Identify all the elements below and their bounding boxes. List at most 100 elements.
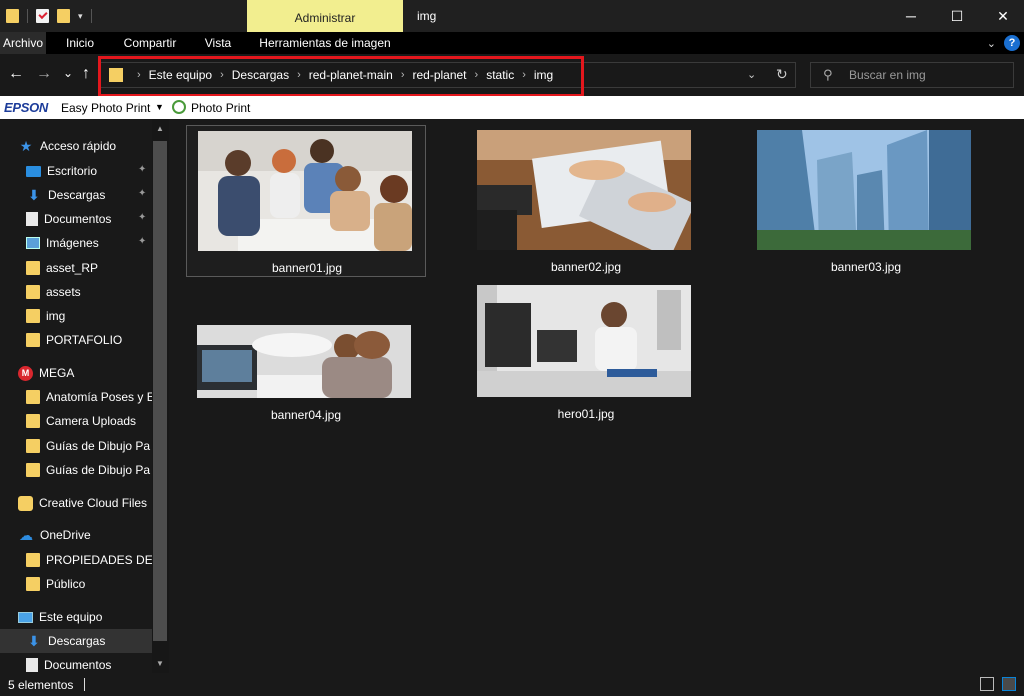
back-button[interactable]: ← xyxy=(8,65,24,83)
sidebar-item-acceso-rapido[interactable]: ★ Acceso rápido xyxy=(18,134,169,158)
sidebar-item-documentos[interactable]: Documentos ✦ xyxy=(0,207,152,231)
customize-toolbar-icon[interactable]: ▾ xyxy=(78,11,83,22)
chevron-icon[interactable]: › xyxy=(220,69,224,81)
crumb-red-planet[interactable]: red-planet xyxy=(412,68,466,82)
sidebar-item-onedrive[interactable]: ☁ OneDrive xyxy=(0,523,152,547)
chevron-icon[interactable]: › xyxy=(475,69,479,81)
tab-herramientas-de-imagen[interactable]: Herramientas de imagen xyxy=(250,32,400,54)
crumb-descargas[interactable]: Descargas xyxy=(232,68,289,82)
maximize-button[interactable]: ☐ xyxy=(934,0,980,32)
sidebar-item-assets[interactable]: assets xyxy=(0,280,152,304)
file-item[interactable]: banner01.jpg xyxy=(186,125,426,277)
expand-ribbon-icon[interactable]: ⌄ xyxy=(987,37,996,50)
desktop-icon xyxy=(26,165,41,177)
details-view-icon[interactable] xyxy=(980,677,994,691)
sidebar-item-asset-rp[interactable]: asset_RP xyxy=(0,256,152,280)
chevron-icon[interactable]: › xyxy=(297,69,301,81)
mega-icon: M xyxy=(18,365,33,381)
file-item[interactable]: banner02.jpg xyxy=(466,125,706,277)
sidebar-item-anatomia[interactable]: Anatomía Poses y E xyxy=(0,385,152,409)
folder-icon xyxy=(26,463,40,477)
sidebar-item-camera-uploads[interactable]: Camera Uploads xyxy=(0,409,152,433)
sidebar-item-label: Documentos xyxy=(44,658,112,672)
folder-icon xyxy=(26,309,40,323)
file-name: banner02.jpg xyxy=(550,260,622,274)
status-bar: 5 elementos xyxy=(0,673,1024,696)
close-button[interactable]: ✕ xyxy=(980,0,1024,32)
sidebar-item-creative-cloud[interactable]: Creative Cloud Files xyxy=(0,491,152,515)
sidebar-item-label: Acceso rápido xyxy=(40,139,117,153)
crumb-red-planet-main[interactable]: red-planet-main xyxy=(309,68,393,82)
chevron-down-icon[interactable]: ⌄ xyxy=(747,68,756,81)
new-folder-icon[interactable] xyxy=(57,9,70,23)
sidebar-item-label: PORTAFOLIO xyxy=(46,333,123,347)
pin-icon[interactable]: ✦ xyxy=(138,212,146,223)
divider xyxy=(27,9,28,23)
title-bar: ▾ Administrar img ─ ☐ ✕ xyxy=(0,0,1024,32)
up-button[interactable]: ↑ xyxy=(82,65,90,83)
sidebar-item-img[interactable]: img xyxy=(0,304,152,328)
easy-photo-print-button[interactable]: Easy Photo Print xyxy=(61,101,150,115)
sidebar-item-escritorio[interactable]: Escritorio ✦ xyxy=(0,159,152,183)
chevron-icon[interactable]: › xyxy=(401,69,405,81)
sidebar-item-descargas-pc[interactable]: ⬇ Descargas xyxy=(0,629,152,653)
sidebar-item-mega[interactable]: M MEGA xyxy=(0,361,152,385)
sidebar-item-descargas[interactable]: ⬇ Descargas ✦ xyxy=(0,183,152,207)
folder-icon xyxy=(26,414,40,428)
sidebar-item-portafolio[interactable]: PORTAFOLIO xyxy=(0,328,152,352)
crumb-static[interactable]: static xyxy=(486,68,514,82)
sidebar-item-imagenes[interactable]: Imágenes ✦ xyxy=(0,231,152,255)
recent-locations-button[interactable]: ⌄ xyxy=(63,64,73,82)
refresh-icon[interactable]: ↻ xyxy=(776,66,788,83)
scrollbar-thumb[interactable] xyxy=(153,141,167,641)
sidebar-item-guias-1[interactable]: Guías de Dibujo Pa xyxy=(0,434,152,458)
properties-icon[interactable] xyxy=(36,9,49,23)
address-bar[interactable]: › Este equipo › Descargas › red-planet-m… xyxy=(100,62,796,88)
large-icons-view-icon[interactable] xyxy=(1002,677,1016,691)
minimize-button[interactable]: ─ xyxy=(888,0,934,32)
sidebar-item-guias-2[interactable]: Guías de Dibujo Pa xyxy=(0,458,152,482)
sidebar-item-label: Público xyxy=(46,577,86,591)
crumb-este-equipo[interactable]: Este equipo xyxy=(149,68,212,82)
context-tab-manage[interactable]: Administrar xyxy=(247,0,403,32)
scroll-up-icon[interactable]: ▲ xyxy=(153,124,167,133)
sidebar-item-publico[interactable]: Público xyxy=(0,572,152,596)
tab-inicio[interactable]: Inicio xyxy=(56,32,104,54)
chevron-icon[interactable]: › xyxy=(522,69,526,81)
download-icon: ⬇ xyxy=(28,632,40,649)
crumb-img[interactable]: img xyxy=(534,68,553,82)
scroll-down-icon[interactable]: ▼ xyxy=(153,659,167,668)
pin-icon[interactable]: ✦ xyxy=(138,164,146,175)
chevron-icon[interactable]: › xyxy=(137,69,141,81)
sidebar-item-label: PROPIEDADES DE L xyxy=(46,553,152,567)
tab-compartir[interactable]: Compartir xyxy=(114,32,186,54)
navigation-bar: ← → ⌄ ↑ › Este equipo › Descargas › red-… xyxy=(0,54,1024,96)
pin-icon[interactable]: ✦ xyxy=(138,188,146,199)
sidebar-item-este-equipo[interactable]: Este equipo xyxy=(0,605,152,629)
pin-icon[interactable]: ✦ xyxy=(138,236,146,247)
quick-access-toolbar: ▾ xyxy=(6,7,92,25)
photo-print-button[interactable]: Photo Print xyxy=(191,101,250,115)
tab-archivo[interactable]: Archivo xyxy=(0,32,46,54)
help-icon[interactable]: ? xyxy=(1004,35,1020,51)
forward-button[interactable]: → xyxy=(36,65,52,83)
image-thumbnail xyxy=(198,131,412,251)
document-icon xyxy=(26,212,38,226)
sidebar-item-label: img xyxy=(46,309,66,323)
tab-vista[interactable]: Vista xyxy=(196,32,240,54)
sidebar-item-label: Descargas xyxy=(48,634,106,648)
sidebar-item-label: OneDrive xyxy=(40,528,91,542)
file-item[interactable]: hero01.jpg xyxy=(466,279,706,427)
chevron-down-icon[interactable]: ▼ xyxy=(155,102,164,112)
file-item[interactable]: banner04.jpg xyxy=(186,317,426,427)
sidebar-item-propiedades[interactable]: PROPIEDADES DE L xyxy=(0,548,152,572)
sidebar-item-label: MEGA xyxy=(39,366,75,380)
file-item[interactable]: banner03.jpg xyxy=(746,125,986,277)
search-input[interactable] xyxy=(849,67,1009,83)
creative-cloud-icon xyxy=(18,495,33,511)
sidebar-item-documentos-pc[interactable]: Documentos xyxy=(0,653,152,673)
sidebar-item-label: Anatomía Poses y E xyxy=(46,390,152,404)
search-box[interactable]: ⚲ xyxy=(810,62,1014,88)
file-name: hero01.jpg xyxy=(557,407,615,421)
sidebar-item-label: Escritorio xyxy=(47,164,98,178)
